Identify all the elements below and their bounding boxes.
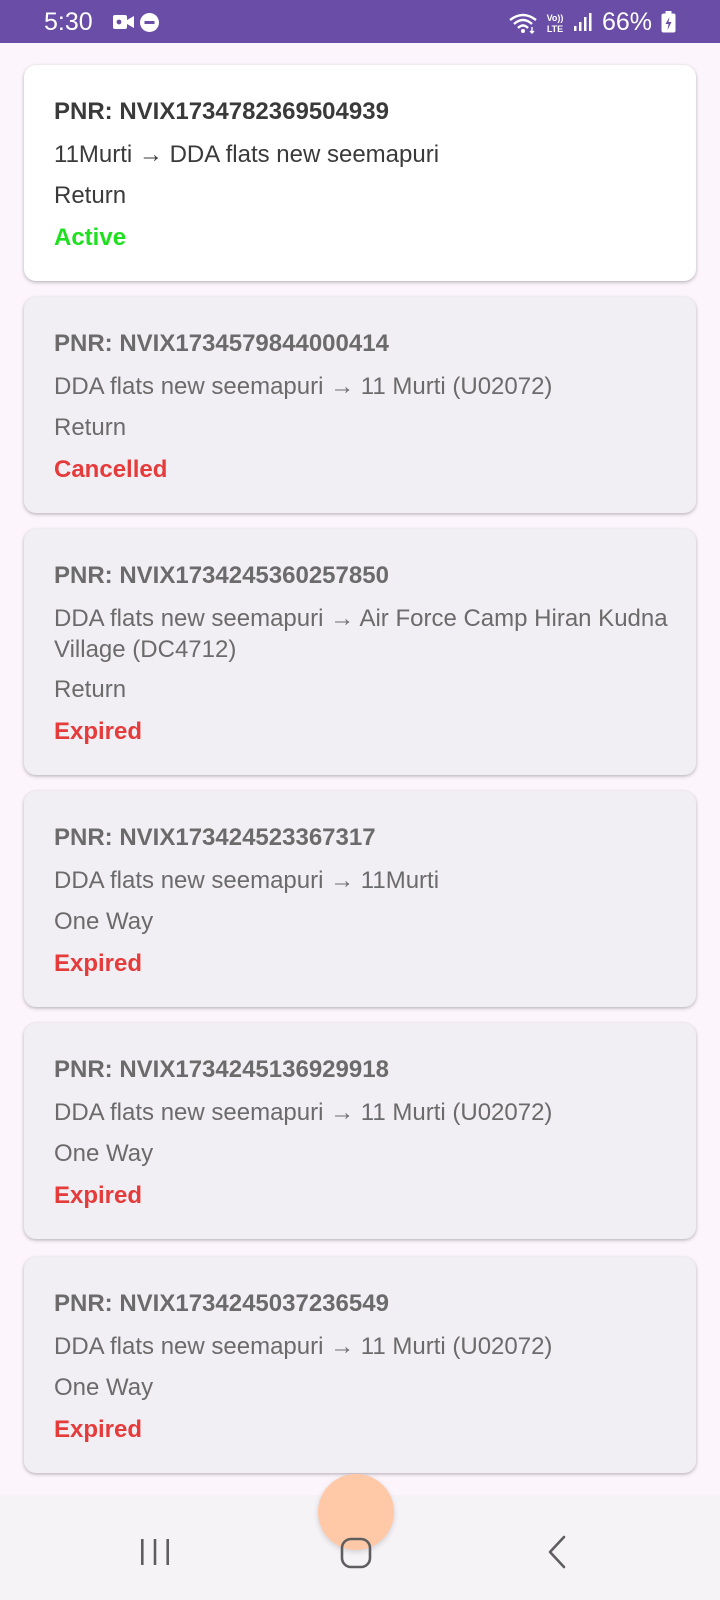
ticket-card[interactable]: PNR: NVIX1734245360257850 DDA flats new … <box>24 529 696 775</box>
status-bar: 5:30 Vo)) LTE 66% <box>0 0 720 43</box>
battery-percentage: 66% <box>602 8 653 36</box>
volte-icon: Vo)) LTE <box>547 13 564 34</box>
back-icon[interactable] <box>546 1535 568 1569</box>
route: DDA flats new seemapuri → 11 Murti (U020… <box>54 1333 553 1360</box>
route: DDA flats new seemapuri → Air Force Camp… <box>54 605 668 663</box>
wifi-icon <box>509 13 537 34</box>
pnr-number: PNR: NVIX1734579844000414 <box>54 330 389 357</box>
status-time: 5:30 <box>44 8 93 36</box>
route: DDA flats new seemapuri → 11 Murti (U020… <box>54 373 553 400</box>
home-icon[interactable] <box>340 1537 372 1569</box>
svg-text:Vo)): Vo)) <box>547 13 564 23</box>
route: DDA flats new seemapuri → 11 Murti (U020… <box>54 1099 553 1126</box>
trip-type: Return <box>54 676 127 703</box>
battery-icon <box>661 11 676 33</box>
status-cancelled: Cancelled <box>54 456 168 483</box>
status-active: Active <box>54 224 127 251</box>
trip-type: Return <box>54 182 127 209</box>
status-expired: Expired <box>54 1416 143 1443</box>
trip-type: One Way <box>54 1374 154 1401</box>
trip-type: One Way <box>54 908 154 935</box>
ticket-card[interactable]: PNR: NVIX173424523367317 DDA flats new s… <box>24 791 696 1007</box>
trip-type: Return <box>54 414 127 441</box>
pnr-number: PNR: NVIX1734245136929918 <box>54 1056 389 1083</box>
pnr-number: PNR: NVIX1734782369504939 <box>54 98 389 125</box>
route: DDA flats new seemapuri → 11Murti <box>54 867 440 894</box>
ticket-list[interactable]: PNR: NVIX1734782369504939 11Murti → DDA … <box>0 43 720 1495</box>
ticket-card[interactable]: PNR: NVIX1734782369504939 11Murti → DDA … <box>24 65 696 281</box>
svg-text:LTE: LTE <box>547 24 563 34</box>
status-expired: Expired <box>54 950 143 977</box>
trip-type: One Way <box>54 1140 154 1167</box>
ticket-card[interactable]: PNR: NVIX1734579844000414 DDA flats new … <box>24 297 696 513</box>
status-expired: Expired <box>54 718 143 745</box>
route: 11Murti → DDA flats new seemapuri <box>54 141 440 168</box>
ticket-card[interactable]: PNR: NVIX1734245037236549 DDA flats new … <box>24 1257 696 1473</box>
status-expired: Expired <box>54 1182 143 1209</box>
pnr-number: PNR: NVIX1734245037236549 <box>54 1290 389 1317</box>
do-not-disturb-icon <box>140 13 159 32</box>
ticket-card[interactable]: PNR: NVIX1734245136929918 DDA flats new … <box>24 1023 696 1239</box>
pnr-number: PNR: NVIX1734245360257850 <box>54 562 389 589</box>
signal-icon <box>574 13 592 31</box>
video-camera-icon <box>113 15 134 29</box>
recent-apps-icon[interactable] <box>138 1537 172 1567</box>
pnr-number: PNR: NVIX173424523367317 <box>54 824 376 851</box>
